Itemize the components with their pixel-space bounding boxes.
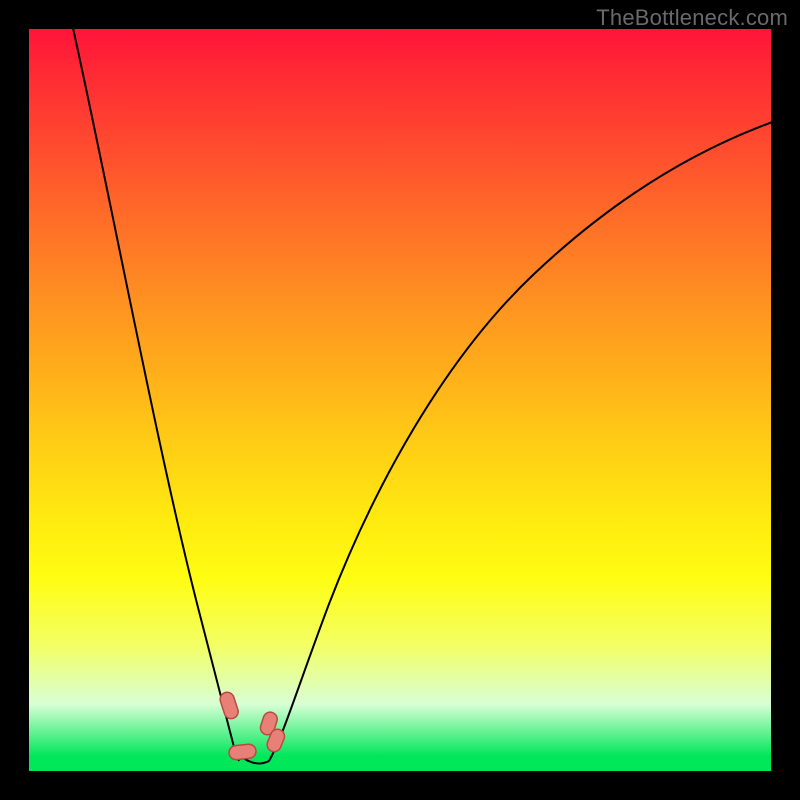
curve-right-branch	[269, 119, 781, 761]
curve-left-branch	[71, 19, 239, 761]
attribution-label: TheBottleneck.com	[596, 5, 788, 31]
data-marker	[228, 744, 256, 761]
bottleneck-chart-stage: TheBottleneck.com	[0, 0, 800, 800]
chart-svg	[29, 29, 771, 771]
data-marker	[218, 690, 240, 720]
